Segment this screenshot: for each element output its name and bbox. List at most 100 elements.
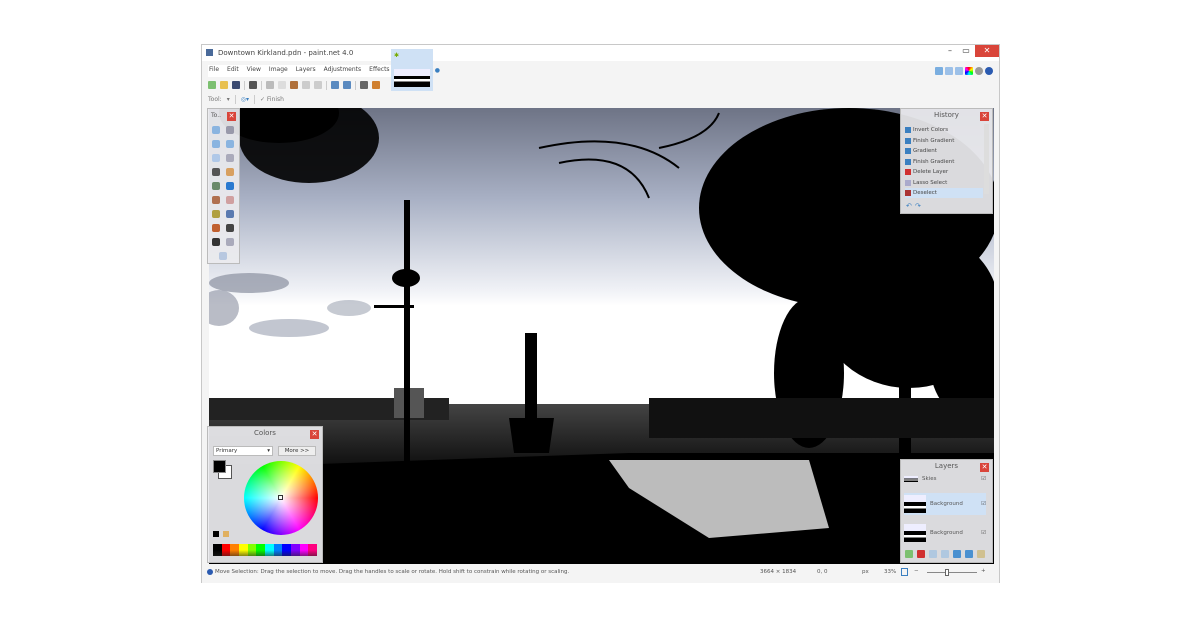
palette-swatch[interactable] xyxy=(239,544,248,556)
tools-toggle-icon[interactable] xyxy=(935,67,943,75)
menu-image[interactable]: Image xyxy=(268,65,289,77)
palette-swatch[interactable] xyxy=(247,544,257,556)
paint-bucket-tool[interactable] xyxy=(212,182,220,190)
redo-history-icon[interactable]: ↷ xyxy=(915,202,921,210)
deselect-icon[interactable] xyxy=(314,81,322,89)
tool-label[interactable]: Tool: xyxy=(208,96,222,103)
delete-layer-icon[interactable] xyxy=(917,550,925,558)
layer-item[interactable]: Skies ☑ xyxy=(904,474,986,484)
history-close[interactable]: ✕ xyxy=(980,112,989,121)
palette-swatch[interactable] xyxy=(265,544,274,556)
copy-icon[interactable] xyxy=(278,81,286,89)
color-mode-select[interactable]: Primary ▾ xyxy=(213,446,273,456)
palette-swatch[interactable] xyxy=(221,544,231,556)
paste-icon[interactable] xyxy=(290,81,298,89)
tab-close-icon[interactable]: ● xyxy=(435,67,440,74)
close-button[interactable]: ✕ xyxy=(975,45,999,57)
pan-tool[interactable] xyxy=(226,168,234,176)
undo-icon[interactable] xyxy=(331,81,339,89)
print-icon[interactable] xyxy=(249,81,257,89)
color-wheel-cursor[interactable] xyxy=(278,495,283,500)
move-selected-tool[interactable] xyxy=(226,126,234,134)
move-layer-up-icon[interactable] xyxy=(953,550,961,558)
menu-layers[interactable]: Layers xyxy=(295,65,317,77)
color-wheel[interactable] xyxy=(244,461,318,535)
eraser-tool[interactable] xyxy=(226,196,234,204)
layers-toggle-icon[interactable] xyxy=(955,67,963,75)
palette-swatch[interactable] xyxy=(230,544,240,556)
primary-color-swatch[interactable] xyxy=(213,460,226,473)
zoom-slider[interactable] xyxy=(927,569,977,576)
palette-menu-icon[interactable] xyxy=(223,531,229,537)
magic-wand-tool[interactable] xyxy=(212,168,220,176)
menu-edit[interactable]: Edit xyxy=(226,65,240,77)
paintbrush-tool[interactable] xyxy=(212,196,220,204)
tools-panel-close[interactable]: ✕ xyxy=(227,112,236,121)
history-item[interactable]: Gradient xyxy=(905,146,983,156)
history-item[interactable]: Invert Colors xyxy=(905,125,983,135)
zoom-tool[interactable] xyxy=(226,154,234,162)
menu-effects[interactable]: Effects xyxy=(368,65,390,77)
palette-swatch[interactable] xyxy=(299,544,309,556)
ruler-icon[interactable] xyxy=(372,81,380,89)
menu-view[interactable]: View xyxy=(246,65,262,77)
layers-close[interactable]: ✕ xyxy=(980,463,989,472)
units-select[interactable]: px xyxy=(862,569,869,575)
pencil-tool[interactable] xyxy=(212,210,220,218)
merge-layer-icon[interactable] xyxy=(941,550,949,558)
palette-swatch[interactable] xyxy=(291,544,300,556)
palette-swatch[interactable] xyxy=(256,544,266,556)
layer-visibility-checkbox[interactable]: ☑ xyxy=(981,530,986,536)
palette-swatch[interactable] xyxy=(308,544,318,556)
ellipse-select-tool[interactable] xyxy=(212,154,220,162)
antialias-icon[interactable]: ◎▾ xyxy=(241,96,249,103)
colors-close[interactable]: ✕ xyxy=(310,430,319,439)
zoom-in-icon[interactable]: + xyxy=(981,568,986,574)
add-layer-icon[interactable] xyxy=(905,550,913,558)
settings-icon[interactable] xyxy=(975,67,983,75)
history-toggle-icon[interactable] xyxy=(945,67,953,75)
history-scrollbar[interactable] xyxy=(984,124,989,194)
zoom-readout[interactable]: 33% xyxy=(884,569,896,575)
undo-history-icon[interactable]: ↶ xyxy=(906,202,912,210)
fit-window-icon[interactable] xyxy=(901,568,908,576)
layer-item[interactable]: Background ☑ xyxy=(904,522,986,544)
new-icon[interactable] xyxy=(208,81,216,89)
layer-visibility-checkbox[interactable]: ☑ xyxy=(981,501,986,507)
help-icon[interactable] xyxy=(985,67,993,75)
image-tab[interactable]: ✱ ● xyxy=(391,49,440,91)
colors-toggle-icon[interactable] xyxy=(965,67,973,75)
layer-item[interactable]: Background ☑ xyxy=(904,493,986,515)
tool-dropdown-icon[interactable]: ▾ xyxy=(227,96,230,103)
zoom-slider-thumb[interactable] xyxy=(945,569,949,576)
lasso-select-tool[interactable] xyxy=(212,140,220,148)
duplicate-layer-icon[interactable] xyxy=(929,550,937,558)
menu-file[interactable]: File xyxy=(208,65,220,77)
layer-properties-icon[interactable] xyxy=(977,550,985,558)
history-item[interactable]: Deselect xyxy=(905,188,983,198)
grid-icon[interactable] xyxy=(360,81,368,89)
save-icon[interactable] xyxy=(232,81,240,89)
clone-stamp-tool[interactable] xyxy=(212,224,220,232)
recolor-tool[interactable] xyxy=(226,224,234,232)
finish-button[interactable]: ✓ Finish xyxy=(260,96,284,103)
image-canvas[interactable] xyxy=(209,108,994,564)
history-item[interactable]: Delete Layer xyxy=(905,167,983,177)
reset-colors-icon[interactable] xyxy=(213,531,219,537)
gradient-tool[interactable] xyxy=(226,182,234,190)
zoom-out-icon[interactable]: − xyxy=(914,568,919,574)
more-button[interactable]: More >> xyxy=(278,446,316,456)
text-tool[interactable] xyxy=(212,238,220,246)
move-layer-down-icon[interactable] xyxy=(965,550,973,558)
history-item[interactable]: Lasso Select xyxy=(905,178,983,188)
color-picker-tool[interactable] xyxy=(226,210,234,218)
shapes-tool[interactable] xyxy=(219,252,227,260)
open-icon[interactable] xyxy=(220,81,228,89)
palette-swatch[interactable] xyxy=(273,544,283,556)
history-item[interactable]: Finish Gradient xyxy=(905,157,983,167)
crop-icon[interactable] xyxy=(302,81,310,89)
line-tool[interactable] xyxy=(226,238,234,246)
history-item[interactable]: Finish Gradient xyxy=(905,136,983,146)
layer-visibility-checkbox[interactable]: ☑ xyxy=(981,476,986,482)
palette-swatch[interactable] xyxy=(282,544,292,556)
